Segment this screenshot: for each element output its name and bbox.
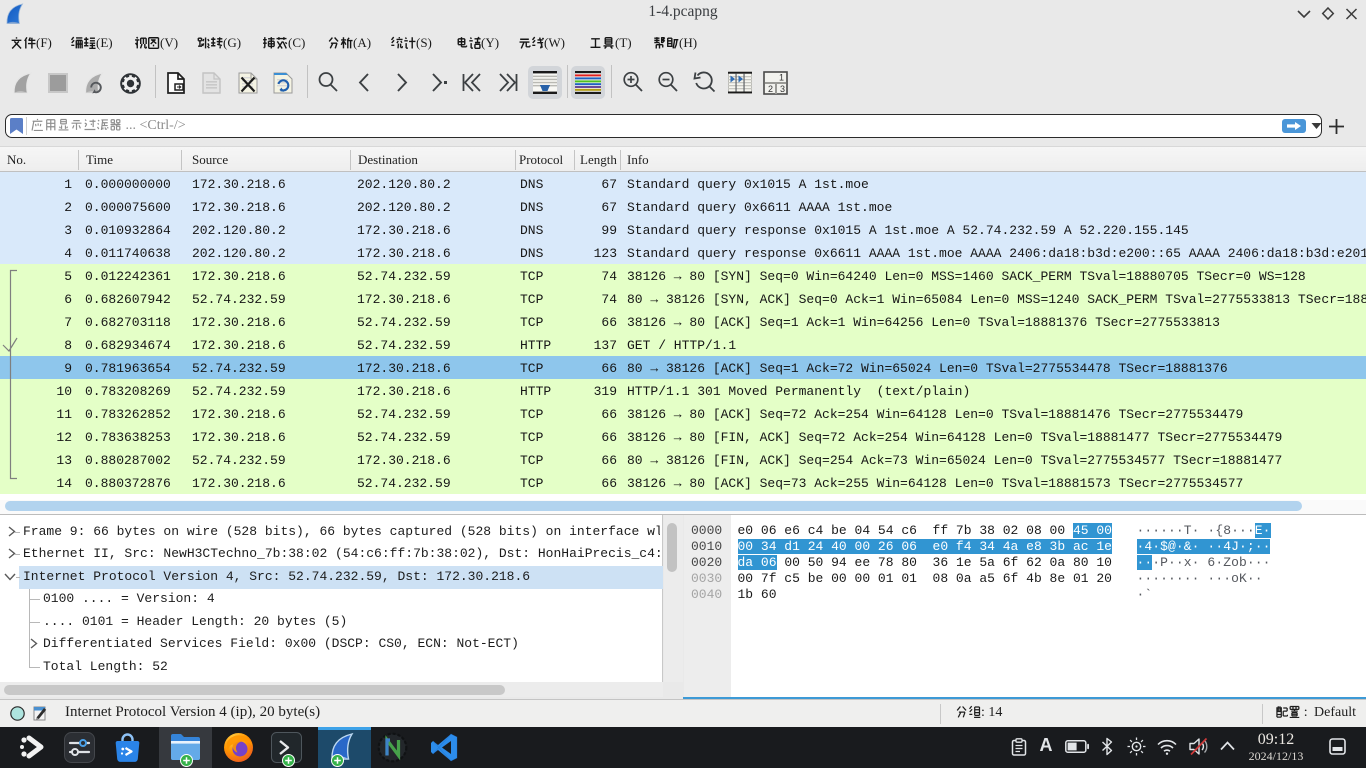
svg-text:3: 3 [780, 84, 785, 94]
svg-text:1: 1 [779, 73, 784, 83]
svg-text:2: 2 [768, 84, 773, 94]
